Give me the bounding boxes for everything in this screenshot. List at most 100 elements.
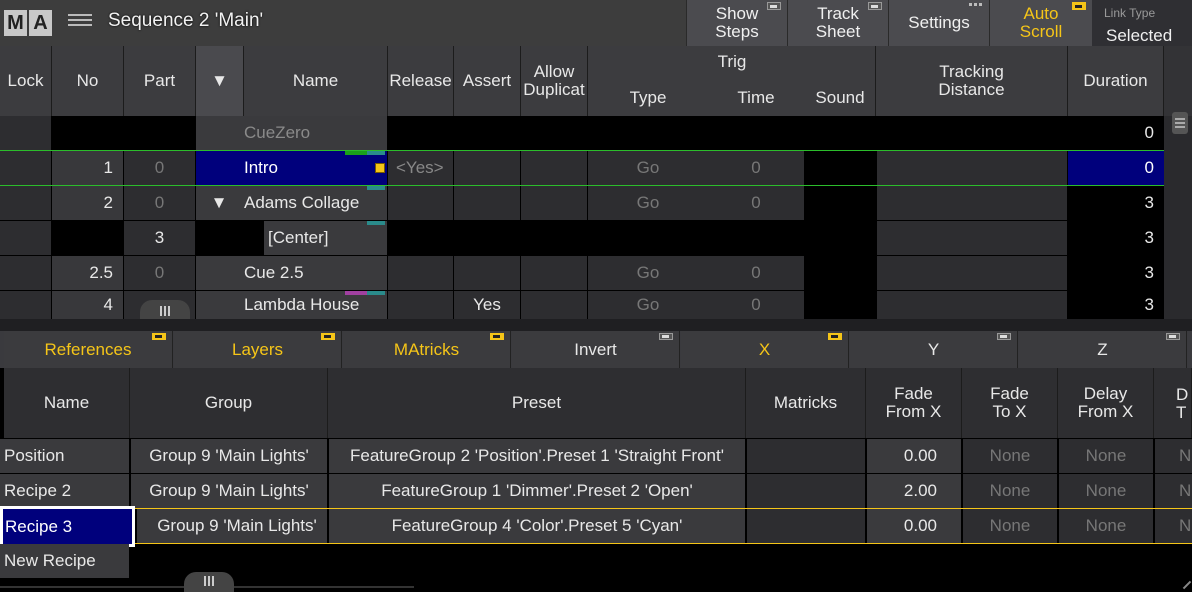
cue-number-cell[interactable]: 2.5: [52, 256, 123, 290]
sequence-scroll-handle[interactable]: [1172, 112, 1188, 134]
corner-resize-icon[interactable]: [1178, 576, 1192, 592]
cue-number-cell[interactable]: 1: [52, 151, 123, 185]
trig-type-cell[interactable]: Go: [588, 256, 708, 290]
recipe-matricks-cell[interactable]: [747, 509, 865, 543]
trig-time-cell[interactable]: 0: [708, 186, 804, 220]
cue-name-cell[interactable]: Intro: [196, 151, 387, 185]
recipe-preset-cell[interactable]: FeatureGroup 4 'Color'.Preset 5 'Cyan': [329, 509, 745, 543]
tracking-cell[interactable]: [877, 291, 1067, 319]
col-header-group[interactable]: Group: [130, 368, 328, 438]
tracking-cell[interactable]: [877, 151, 1067, 185]
sound-cell[interactable]: [804, 291, 876, 319]
fade-from-cell[interactable]: 0.00: [867, 439, 961, 473]
cue-name-cell[interactable]: Cue 2.5: [196, 256, 387, 290]
cue-name-cell[interactable]: ▼ Adams Collage: [196, 186, 387, 220]
col-header-release[interactable]: Release: [388, 46, 454, 116]
lock-cell[interactable]: [0, 221, 51, 255]
col-header-type[interactable]: Type: [588, 88, 708, 108]
allow-dup-cell[interactable]: [521, 291, 587, 319]
tab-invert[interactable]: Invert: [512, 331, 680, 368]
col-header-allow-duplicate[interactable]: Allow Duplicat: [521, 46, 588, 116]
col-header-delay-to-x[interactable]: D T: [1154, 368, 1192, 438]
part-cell[interactable]: 0: [124, 151, 195, 185]
resize-grip-icon[interactable]: [140, 300, 190, 319]
settings-button[interactable]: Settings: [888, 0, 989, 46]
track-sheet-button[interactable]: Track Sheet: [787, 0, 888, 46]
sequence-scrollbar[interactable]: [1164, 116, 1192, 319]
recipe-group-cell[interactable]: Group 9 'Main Lights': [131, 474, 327, 508]
cue-name-cell[interactable]: [Center]: [264, 221, 387, 255]
allow-dup-cell[interactable]: [521, 151, 587, 185]
col-header-duration[interactable]: Duration: [1068, 46, 1164, 116]
trig-time-cell[interactable]: 0: [708, 291, 804, 319]
resize-grip-icon[interactable]: [184, 572, 234, 592]
auto-scroll-button[interactable]: Auto Scroll: [989, 0, 1092, 46]
col-header-time[interactable]: Time: [708, 88, 804, 108]
col-header-sound[interactable]: Sound: [804, 88, 876, 108]
duration-cell[interactable]: 3: [1068, 291, 1164, 319]
col-header-name[interactable]: Name: [244, 46, 388, 116]
duration-cell[interactable]: 0: [1068, 151, 1164, 185]
col-header-recipe-name[interactable]: Name: [4, 368, 130, 438]
cue-number-cell[interactable]: 4: [52, 291, 123, 319]
tab-matricks[interactable]: MAtricks: [343, 331, 511, 368]
table-row[interactable]: [52, 116, 196, 150]
duration-cell[interactable]: 3: [1068, 186, 1164, 220]
assert-cell[interactable]: [454, 256, 520, 290]
trig-type-cell[interactable]: Go: [588, 151, 708, 185]
trig-type-cell[interactable]: Go: [588, 291, 708, 319]
part-cell[interactable]: 0: [124, 186, 195, 220]
lock-cell[interactable]: [0, 291, 51, 319]
recipe-matricks-cell[interactable]: [747, 474, 865, 508]
sound-cell[interactable]: [804, 256, 876, 290]
delay-from-cell[interactable]: None: [1059, 474, 1153, 508]
recipe-group-cell[interactable]: Group 9 'Main Lights': [137, 509, 327, 543]
lock-cell[interactable]: [0, 256, 51, 290]
duration-cell[interactable]: 0: [1068, 116, 1164, 150]
col-header-delay-from-x[interactable]: Delay From X: [1058, 368, 1154, 438]
lock-cell[interactable]: [0, 151, 51, 185]
col-header-matricks[interactable]: Matricks: [746, 368, 866, 438]
delay-from-cell[interactable]: None: [1059, 509, 1153, 543]
part-cell[interactable]: 0: [124, 256, 195, 290]
tab-y[interactable]: Y: [850, 331, 1018, 368]
cue-name-cell[interactable]: CueZero: [196, 116, 387, 150]
delay-from-cell[interactable]: None: [1059, 439, 1153, 473]
fade-to-cell[interactable]: None: [963, 474, 1057, 508]
tracking-cell[interactable]: [877, 256, 1067, 290]
recipe-name-cell[interactable]: Recipe 2: [0, 474, 129, 508]
tab-references[interactable]: References: [4, 331, 173, 368]
recipe-matricks-cell[interactable]: [747, 439, 865, 473]
recipe-name-cell[interactable]: Position: [0, 439, 129, 473]
tab-z[interactable]: Z: [1019, 331, 1187, 368]
fade-from-cell[interactable]: 0.00: [867, 509, 961, 543]
release-cell[interactable]: [388, 186, 453, 220]
recipe-name-cell-selected[interactable]: Recipe 3: [0, 506, 135, 547]
trig-time-cell[interactable]: 0: [708, 151, 804, 185]
cue-number-cell[interactable]: [52, 221, 123, 255]
lock-cell[interactable]: [0, 116, 51, 150]
part-cell[interactable]: 3: [124, 221, 195, 255]
tab-x[interactable]: X: [681, 331, 849, 368]
ma-logo[interactable]: M A: [4, 10, 52, 36]
fade-to-cell[interactable]: None: [963, 439, 1057, 473]
allow-dup-cell[interactable]: [521, 256, 587, 290]
release-cell[interactable]: [388, 291, 453, 319]
delay-to-cell[interactable]: N: [1155, 474, 1192, 508]
delay-to-cell[interactable]: N: [1155, 439, 1192, 473]
recipe-preset-cell[interactable]: FeatureGroup 1 'Dimmer'.Preset 2 'Open': [329, 474, 745, 508]
allow-dup-cell[interactable]: [521, 186, 587, 220]
assert-cell[interactable]: [454, 186, 520, 220]
col-header-preset[interactable]: Preset: [328, 368, 746, 438]
col-header-fade-to-x[interactable]: Fade To X: [962, 368, 1058, 438]
new-recipe-button[interactable]: New Recipe: [0, 544, 129, 578]
cue-number-cell[interactable]: 2: [52, 186, 123, 220]
col-header-fade-from-x[interactable]: Fade From X: [866, 368, 962, 438]
sound-cell[interactable]: [804, 186, 876, 220]
col-header-no[interactable]: No: [52, 46, 124, 116]
col-header-tracking-distance[interactable]: Tracking Distance: [876, 46, 1068, 116]
expand-arrow-icon[interactable]: ▼: [208, 186, 230, 220]
duration-cell[interactable]: 3: [1068, 221, 1164, 255]
link-type-selector[interactable]: Link Type Selected: [1092, 0, 1192, 46]
show-steps-button[interactable]: Show Steps: [686, 0, 787, 46]
